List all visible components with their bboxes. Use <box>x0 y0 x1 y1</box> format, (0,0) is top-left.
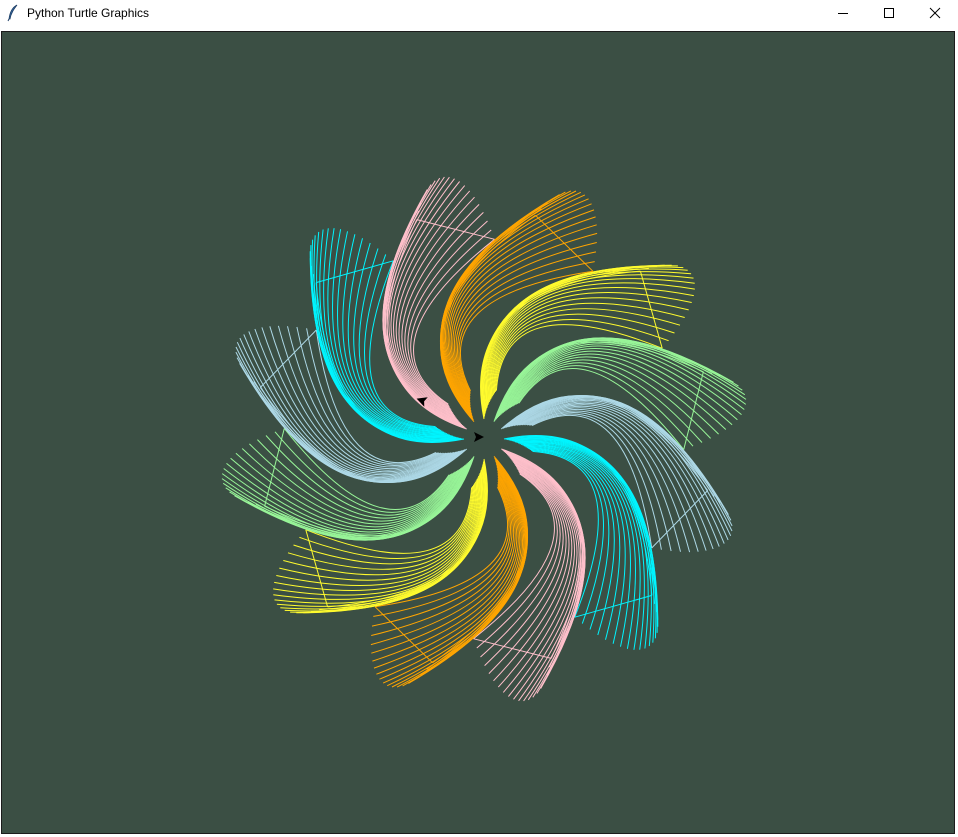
maximize-icon <box>884 8 894 18</box>
minimize-button[interactable] <box>820 0 866 26</box>
maximize-button[interactable] <box>866 0 912 26</box>
title-bar[interactable]: Python Turtle Graphics <box>0 0 958 26</box>
turtle-canvas[interactable] <box>2 32 954 833</box>
turtle-canvas-frame <box>1 31 955 834</box>
window-title: Python Turtle Graphics <box>27 6 150 20</box>
close-button[interactable] <box>912 0 958 26</box>
feather-icon <box>6 4 20 22</box>
close-icon <box>929 7 941 19</box>
minimize-icon <box>838 13 848 14</box>
turtle-window: Python Turtle Graphics <box>0 0 958 837</box>
canvas-background <box>2 32 954 833</box>
